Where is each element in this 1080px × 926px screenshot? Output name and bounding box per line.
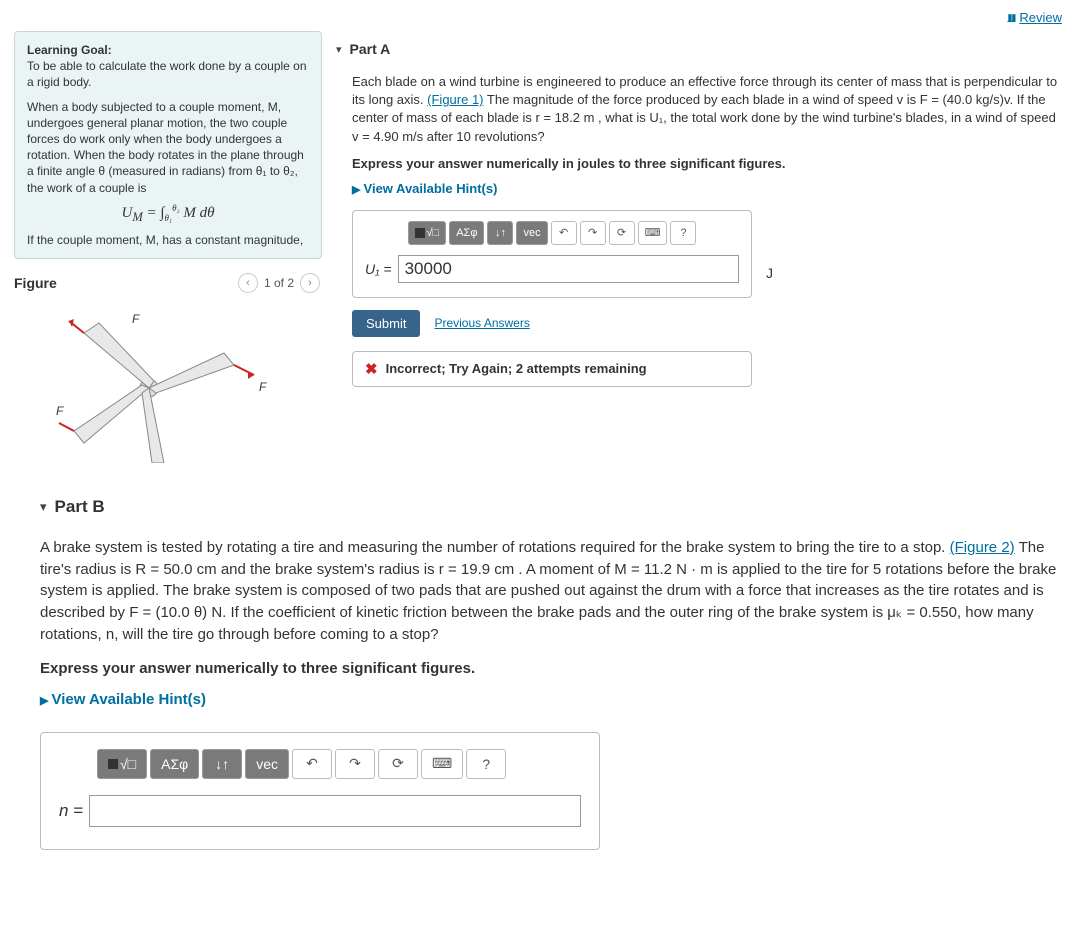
previous-answers-link[interactable]: Previous Answers — [434, 316, 529, 330]
greek-button[interactable]: ΑΣφ — [449, 221, 484, 245]
redo-button[interactable]: ↷ — [335, 749, 375, 779]
collapse-icon: ▾ — [336, 43, 342, 56]
part-b-header[interactable]: ▾ Part B — [40, 497, 1060, 517]
collapse-icon: ▾ — [40, 499, 47, 515]
svg-text:F: F — [132, 312, 140, 326]
help-button[interactable]: ? — [670, 221, 696, 245]
vec-button[interactable]: vec — [245, 749, 289, 779]
reset-button[interactable]: ⟳ — [609, 221, 635, 245]
part-a-hints-toggle[interactable]: View Available Hint(s) — [336, 181, 1066, 196]
part-b-answer-input[interactable] — [89, 795, 581, 827]
goal-paragraph: When a body subjected to a couple moment… — [27, 100, 304, 195]
part-a-unit: J — [766, 265, 773, 281]
answer-toolbar-b: √□ ΑΣφ ↓↑ vec ↶ ↷ ⟳ ⌨ ? — [59, 749, 581, 779]
goal-equation: UM = ∫θ₁θ₂ M dθ — [27, 202, 309, 226]
part-b-express: Express your answer numerically to three… — [40, 660, 1060, 677]
goal-subtitle: To be able to calculate the work done by… — [27, 59, 307, 89]
subsup-button[interactable]: ↓↑ — [202, 749, 242, 779]
part-a-answer-input[interactable] — [398, 255, 739, 283]
figure-1-link[interactable]: (Figure 1) — [427, 92, 483, 107]
feedback-text: Incorrect; Try Again; 2 attempts remaini… — [386, 361, 647, 376]
goal-paragraph-2: If the couple moment, M, has a constant … — [27, 233, 303, 247]
part-b-problem: A brake system is tested by rotating a t… — [40, 537, 1060, 646]
undo-button[interactable]: ↶ — [292, 749, 332, 779]
svg-text:F: F — [56, 404, 64, 418]
part-a-express: Express your answer numerically in joule… — [336, 156, 1066, 171]
part-b-hints-toggle[interactable]: View Available Hint(s) — [40, 691, 1060, 708]
answer-toolbar: √□ ΑΣφ ↓↑ vec ↶ ↷ ⟳ ⌨ ? — [365, 221, 739, 245]
reset-button[interactable]: ⟳ — [378, 749, 418, 779]
redo-button[interactable]: ↷ — [580, 221, 606, 245]
templates-button[interactable]: √□ — [408, 221, 447, 245]
figure-pager: ‹ 1 of 2 › — [238, 273, 320, 293]
goal-title: Learning Goal: — [27, 43, 112, 57]
templates-button[interactable]: √□ — [97, 749, 147, 779]
figure-label: Figure — [14, 275, 57, 291]
subsup-button[interactable]: ↓↑ — [487, 221, 513, 245]
review-link[interactable]: Review — [1007, 10, 1062, 25]
part-a-feedback: ✖ Incorrect; Try Again; 2 attempts remai… — [352, 351, 752, 387]
incorrect-icon: ✖ — [365, 360, 378, 378]
svg-text:F: F — [259, 380, 267, 394]
part-b-answer-box: √□ ΑΣφ ↓↑ vec ↶ ↷ ⟳ ⌨ ? n = — [40, 732, 600, 850]
figure-next-button[interactable]: › — [300, 273, 320, 293]
figure-page-indicator: 1 of 2 — [264, 276, 294, 290]
figure-2-link[interactable]: (Figure 2) — [950, 539, 1015, 556]
part-b-var-label: n = — [59, 801, 83, 821]
part-a-problem: Each blade on a wind turbine is engineer… — [336, 73, 1066, 146]
part-a-var-label: U₁ = — [365, 261, 392, 277]
greek-button[interactable]: ΑΣφ — [150, 749, 199, 779]
part-a-answer-box: √□ ΑΣφ ↓↑ vec ↶ ↷ ⟳ ⌨ ? U₁ = J — [352, 210, 752, 298]
keyboard-button[interactable]: ⌨ — [638, 221, 668, 245]
submit-button[interactable]: Submit — [352, 310, 420, 337]
learning-goal-box: Learning Goal: To be able to calculate t… — [14, 31, 322, 259]
help-button[interactable]: ? — [466, 749, 506, 779]
keyboard-button[interactable]: ⌨ — [421, 749, 463, 779]
undo-button[interactable]: ↶ — [551, 221, 577, 245]
vec-button[interactable]: vec — [516, 221, 547, 245]
part-b-label: Part B — [55, 497, 105, 517]
figure-image: F F F — [14, 303, 284, 463]
part-a-label: Part A — [350, 41, 391, 57]
part-a-header[interactable]: ▾ Part A — [336, 41, 1066, 57]
figure-prev-button[interactable]: ‹ — [238, 273, 258, 293]
